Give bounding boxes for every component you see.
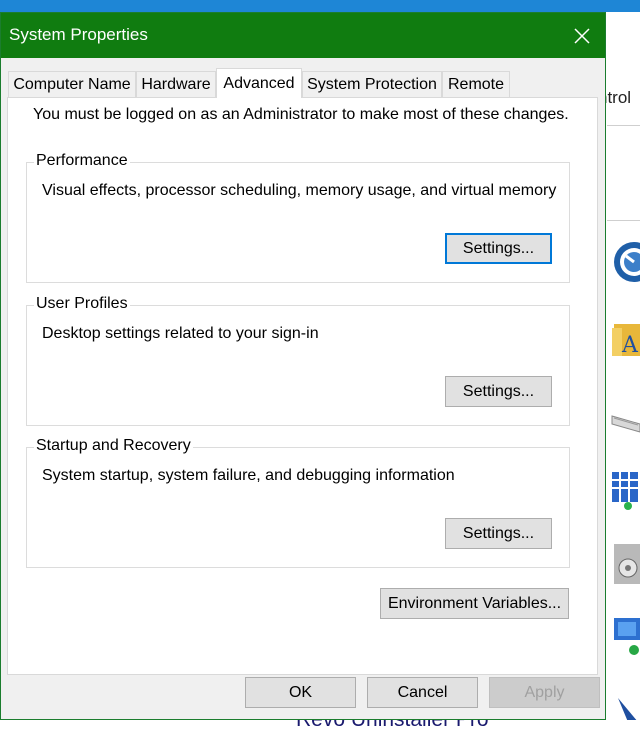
user-profiles-group-title: User Profiles	[34, 295, 130, 313]
apply-button[interactable]: Apply	[489, 677, 600, 708]
performance-group-title: Performance	[34, 152, 130, 170]
tab-computer-name[interactable]: Computer Name	[8, 71, 136, 97]
disc-drive-icon[interactable]	[608, 540, 640, 586]
environment-variables-button[interactable]: Environment Variables...	[380, 588, 569, 619]
remote-desktop-icon[interactable]	[608, 612, 640, 658]
svg-text:A: A	[621, 333, 639, 358]
desktop-background-strip	[0, 0, 640, 12]
tab-remote[interactable]: Remote	[442, 71, 510, 97]
startup-recovery-group	[26, 447, 570, 568]
network-icon[interactable]	[608, 466, 640, 512]
tab-system-protection[interactable]: System Protection	[302, 71, 442, 97]
user-profiles-description: Desktop settings related to your sign-in	[42, 325, 319, 342]
performance-description: Visual effects, processor scheduling, me…	[42, 182, 557, 199]
tab-advanced[interactable]: Advanced	[216, 68, 302, 98]
user-profiles-group	[26, 305, 570, 426]
startup-recovery-settings-button[interactable]: Settings...	[445, 518, 552, 549]
background-divider	[607, 125, 640, 126]
startup-recovery-group-title: Startup and Recovery	[34, 437, 193, 455]
tab-hardware[interactable]: Hardware	[136, 71, 216, 97]
cancel-button[interactable]: Cancel	[367, 677, 478, 708]
close-button[interactable]	[559, 13, 605, 58]
folder-icon[interactable]: A	[608, 316, 640, 362]
performance-settings-button[interactable]: Settings...	[445, 233, 552, 264]
window-title: System Properties	[9, 25, 148, 44]
background-divider	[607, 220, 640, 221]
performance-group	[26, 162, 570, 283]
administrator-note: You must be logged on as an Administrato…	[33, 106, 569, 123]
keyboard-icon[interactable]	[608, 398, 640, 444]
title-bar[interactable]: System Properties	[1, 13, 605, 58]
close-icon	[574, 27, 590, 44]
user-profiles-settings-button[interactable]: Settings...	[445, 376, 552, 407]
ok-button[interactable]: OK	[245, 677, 356, 708]
settings-gauge-icon[interactable]	[608, 236, 640, 282]
startup-recovery-description: System startup, system failure, and debu…	[42, 467, 455, 484]
